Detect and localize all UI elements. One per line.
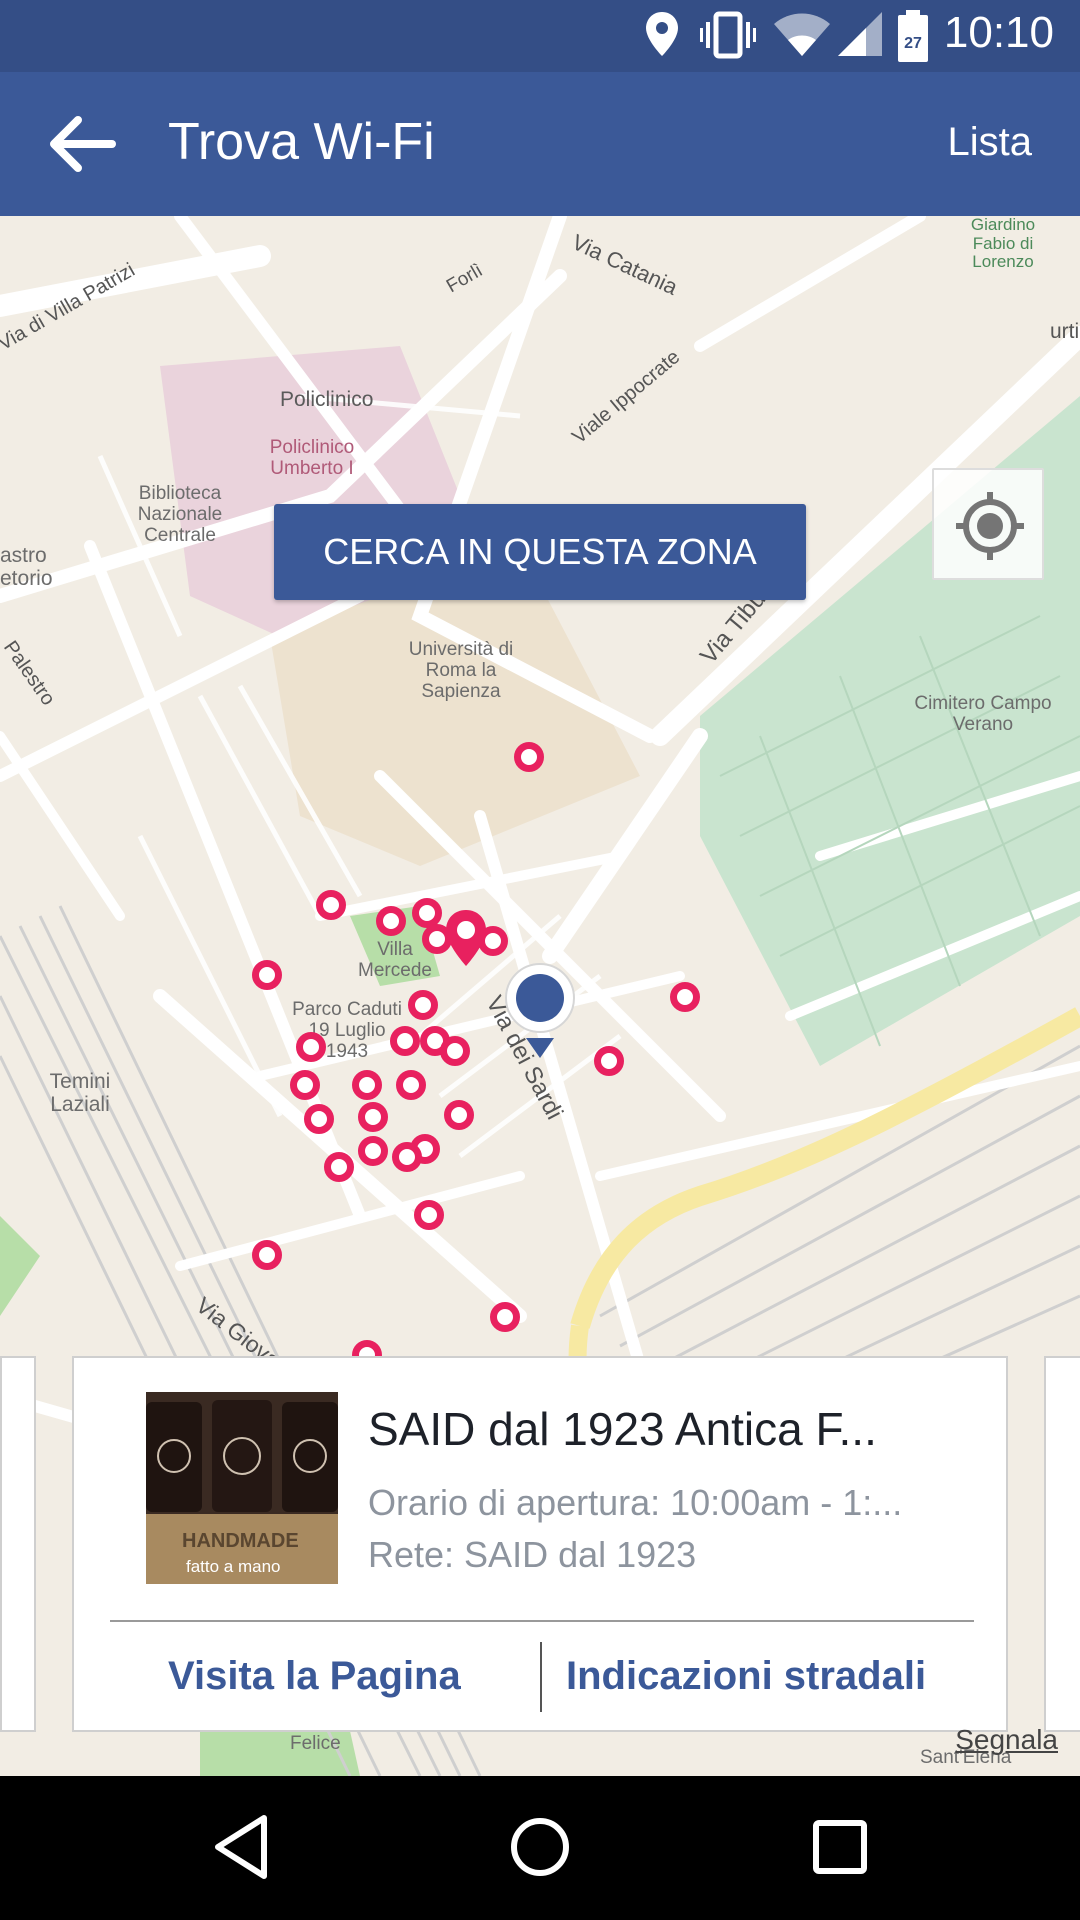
back-arrow-icon[interactable] — [42, 108, 122, 180]
navigation-bar — [0, 1776, 1080, 1920]
network-name: Rete: SAID dal 1923 — [368, 1534, 697, 1575]
battery-level: 27 — [904, 35, 922, 52]
location-icon — [646, 12, 678, 56]
crosshair-icon — [956, 492, 1024, 560]
wifi-spot-pin[interactable] — [396, 1070, 426, 1100]
wifi-spot-pin[interactable] — [358, 1102, 388, 1132]
place-card[interactable]: HANDMADE fatto a mano SAID dal 1923 Anti… — [72, 1356, 1008, 1732]
signal-icon — [838, 12, 882, 56]
map-label-cimitero: Cimitero Campo Verano — [914, 693, 1052, 735]
status-bar: 27 10:10 — [0, 0, 1080, 72]
place-photo: HANDMADE fatto a mano — [146, 1392, 338, 1584]
list-button[interactable]: Lista — [948, 120, 1033, 165]
map-label-policlinico-umberto: Policlinico Umberto I — [269, 437, 355, 479]
wifi-spot-pin[interactable] — [490, 1302, 520, 1332]
wifi-spot-pin[interactable] — [514, 742, 544, 772]
street-label-tiburtina-short: urti — [1050, 320, 1080, 343]
wifi-spot-pin[interactable] — [352, 1070, 382, 1100]
map-label-universita: Università di Roma la Sapienza — [408, 639, 514, 702]
report-link[interactable]: Segnala — [955, 1724, 1058, 1756]
thumbnail-label-handmade: HANDMADE — [182, 1530, 299, 1552]
wifi-spot-pin[interactable] — [316, 890, 346, 920]
wifi-spot-pin[interactable] — [376, 906, 406, 936]
wifi-spot-pin[interactable] — [252, 960, 282, 990]
wifi-spot-pin[interactable] — [414, 1200, 444, 1230]
directions-button[interactable]: Indicazioni stradali — [566, 1654, 926, 1699]
map-label-castro: astro etorio — [0, 544, 53, 591]
map-label-termini: Temini Laziali — [49, 1070, 111, 1117]
next-card-peek[interactable] — [1044, 1356, 1080, 1732]
current-location-marker — [505, 963, 575, 1058]
card-divider — [110, 1620, 974, 1622]
vibrate-icon — [700, 11, 756, 59]
visit-page-button[interactable]: Visita la Pagina — [168, 1654, 461, 1699]
wifi-spot-pin[interactable] — [390, 1026, 420, 1056]
selected-spot-marker[interactable] — [444, 908, 488, 968]
wifi-spot-pin[interactable] — [296, 1032, 326, 1062]
wifi-spot-pin[interactable] — [594, 1046, 624, 1076]
opening-hours: Orario di apertura: 10:00am - 1:... — [368, 1482, 903, 1523]
wifi-spot-pin[interactable] — [358, 1136, 388, 1166]
wifi-spot-pin[interactable] — [290, 1070, 320, 1100]
place-name: SAID dal 1923 Antica F... — [368, 1403, 877, 1455]
wifi-spot-pin[interactable] — [444, 1100, 474, 1130]
page-title: Trova Wi-Fi — [168, 113, 435, 171]
my-location-button[interactable] — [932, 468, 1044, 580]
wifi-spot-pin[interactable] — [670, 982, 700, 1012]
wifi-spot-pin[interactable] — [324, 1152, 354, 1182]
wifi-spot-pin[interactable] — [440, 1036, 470, 1066]
map-label-giardino: Giardino Fabio di Lorenzo — [970, 216, 1036, 272]
clock: 10:10 — [943, 8, 1054, 57]
previous-card-peek[interactable] — [0, 1356, 36, 1732]
map-label-biblioteca: Biblioteca Nazionale Centrale — [137, 483, 223, 546]
button-divider — [540, 1642, 542, 1712]
wifi-icon — [774, 13, 830, 56]
search-this-area-button[interactable]: CERCA IN QUESTA ZONA — [274, 504, 806, 600]
wifi-spot-pin[interactable] — [392, 1142, 422, 1172]
wifi-spot-pin[interactable] — [408, 990, 438, 1020]
app-bar: Trova Wi-Fi Lista — [0, 72, 1080, 216]
battery-icon: 27 — [898, 10, 928, 62]
map-label-felice: Felice — [290, 1733, 341, 1754]
place-thumbnail: HANDMADE fatto a mano — [146, 1392, 338, 1584]
map-label-policlinico: Policlinico — [280, 388, 374, 411]
nav-home-icon[interactable] — [508, 1812, 572, 1882]
nav-back-icon[interactable] — [210, 1812, 272, 1882]
wifi-spot-pin[interactable] — [252, 1240, 282, 1270]
thumbnail-label-fatto: fatto a mano — [186, 1557, 281, 1576]
nav-recents-icon[interactable] — [808, 1812, 872, 1882]
wifi-spot-pin[interactable] — [304, 1104, 334, 1134]
